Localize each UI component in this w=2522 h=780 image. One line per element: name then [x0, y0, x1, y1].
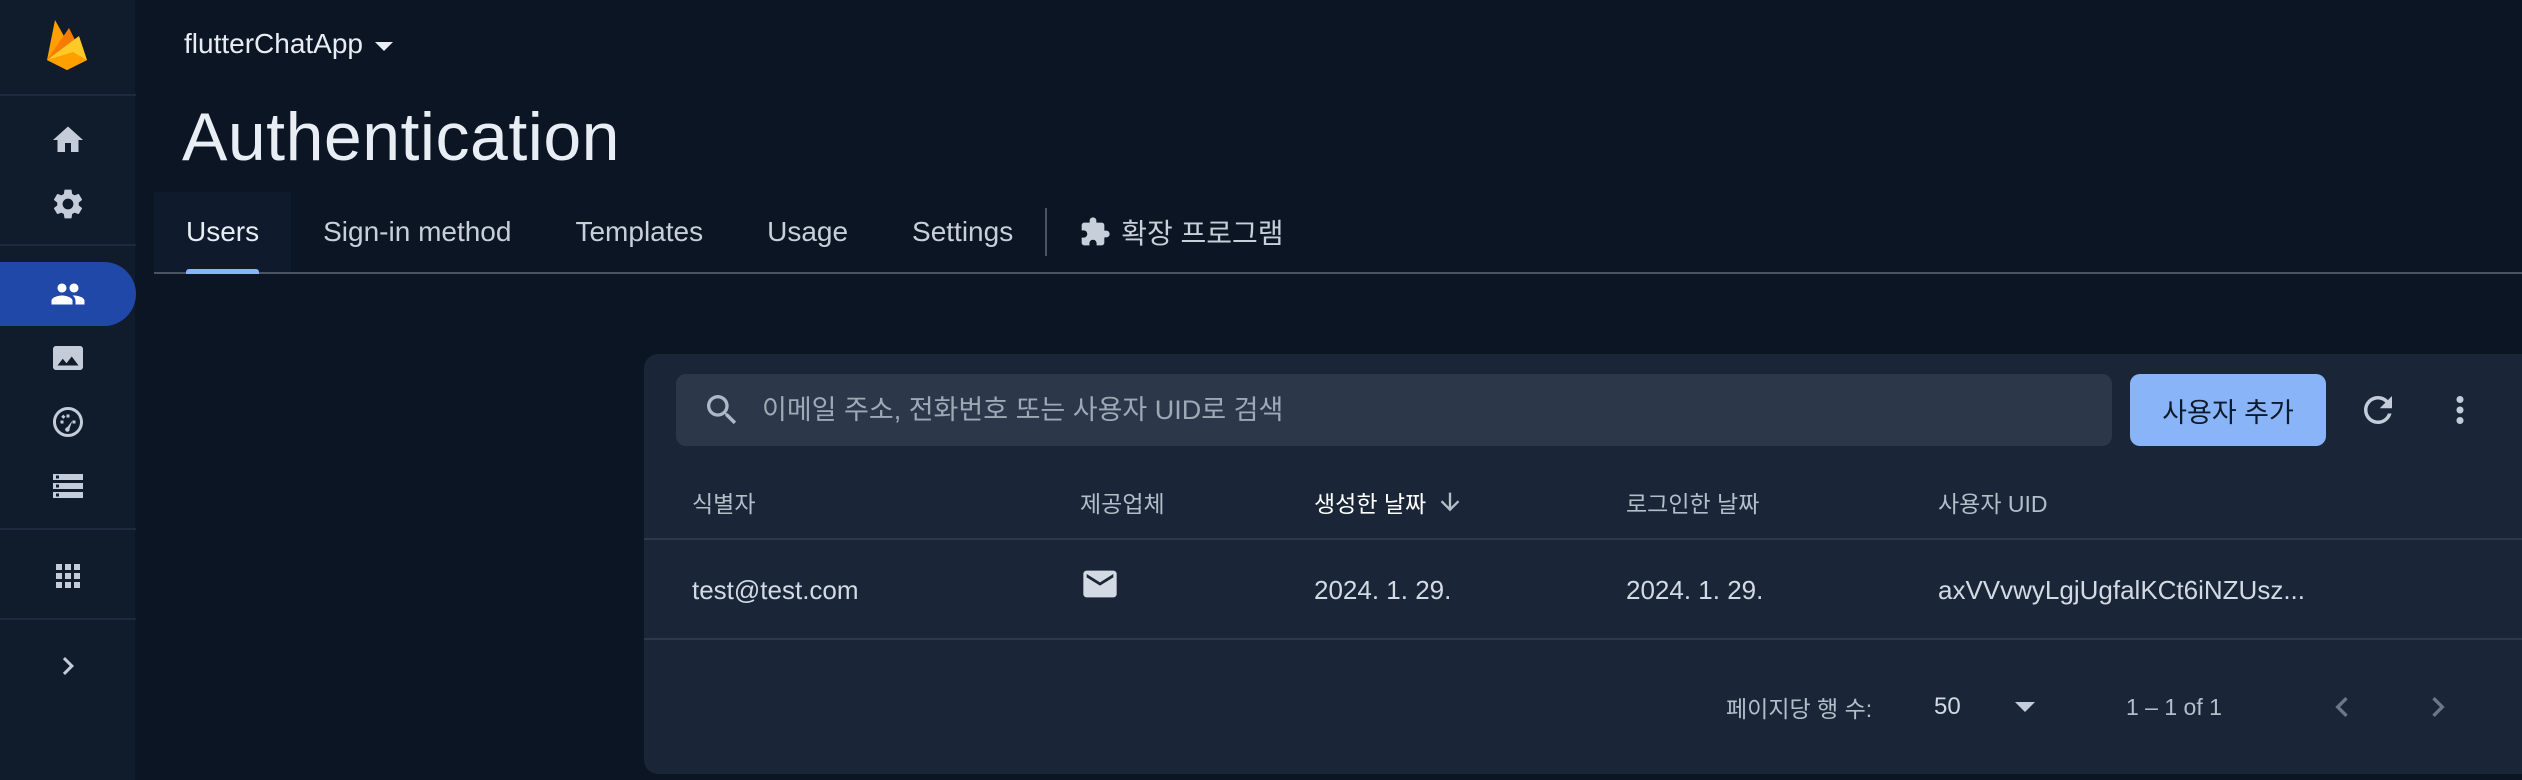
chevron-right-icon [62, 657, 74, 675]
column-header-created-label: 생성한 날짜 [1314, 491, 1427, 517]
chevron-right-icon [2432, 697, 2445, 717]
add-user-button[interactable]: 사용자 추가 [2130, 374, 2326, 446]
rail-divider [0, 528, 136, 530]
refresh-button[interactable] [2350, 382, 2406, 438]
arrow-down-icon [1440, 492, 1460, 512]
rail-home-button[interactable] [36, 116, 100, 164]
column-header-identifier[interactable]: 식별자 [692, 464, 755, 540]
gear-icon [53, 189, 83, 219]
rail-divider [0, 618, 136, 620]
chevron-left-icon [2335, 697, 2348, 717]
tab-extensions-label: 확장 프로그램 [1121, 218, 1284, 249]
rows-per-page-value: 50 [1934, 693, 1961, 720]
users-card: 사용자 추가 식별자 제공업체 생성한 날짜 로그인한 날짜 사용자 UID t… [644, 354, 2522, 774]
search-icon [707, 395, 737, 425]
tab-extensions[interactable]: 확장 프로그램 [1047, 192, 1315, 272]
tab-settings[interactable]: Settings [880, 192, 1045, 272]
more-vert-icon [2456, 396, 2464, 424]
caret-down-icon [2014, 702, 2035, 712]
column-header-uid[interactable]: 사용자 UID [1938, 464, 2047, 540]
home-icon [53, 126, 83, 152]
project-name: flutterChatApp [184, 28, 363, 59]
speedometer-icon [53, 407, 83, 437]
cell-created: 2024. 1. 29. [1314, 574, 1452, 605]
refresh-icon [2364, 396, 2392, 424]
cell-signed-in: 2024. 1. 29. [1626, 574, 1764, 605]
column-header-signed-in[interactable]: 로그인한 날짜 [1626, 464, 1759, 540]
extension-puzzle-icon [1081, 217, 1110, 246]
search-input[interactable] [762, 394, 2062, 426]
tab-users[interactable]: Users [154, 192, 292, 274]
rail-divider [0, 94, 136, 96]
email-icon [1083, 570, 1117, 598]
rail-authentication-button[interactable] [0, 262, 136, 326]
firebase-logo-icon[interactable] [43, 16, 91, 72]
tab-templates[interactable]: Templates [543, 192, 735, 272]
rail-performance-button[interactable] [36, 398, 100, 446]
image-icon [53, 346, 83, 370]
tab-sign-in-method[interactable]: Sign-in method [291, 192, 543, 272]
column-header-created[interactable]: 생성한 날짜 [1314, 464, 1464, 540]
page-title: Authentication [182, 99, 620, 175]
storage-icon [53, 474, 83, 498]
left-nav-rail [0, 0, 136, 780]
cell-identifier: test@test.com [692, 574, 859, 605]
rail-settings-button[interactable] [36, 180, 100, 228]
rail-divider [0, 244, 136, 246]
caret-down-icon [375, 41, 393, 51]
rows-per-page-select[interactable]: 50 [1934, 640, 2035, 774]
column-header-provider[interactable]: 제공업체 [1080, 464, 1165, 540]
next-page-button[interactable] [2418, 640, 2458, 774]
rail-expand-button[interactable] [36, 642, 100, 690]
more-options-button[interactable] [2432, 382, 2488, 438]
pagination: 페이지당 행 수: 50 1 – 1 of 1 [644, 640, 2522, 774]
table-row[interactable]: test@test.com 2024. 1. 29. 2024. 1. 29. … [644, 540, 2522, 640]
tab-usage[interactable]: Usage [735, 192, 880, 272]
cell-provider [1080, 540, 1120, 640]
project-selector[interactable]: flutterChatApp [184, 28, 393, 60]
apps-grid-icon [56, 564, 80, 588]
cell-uid: axVVvwyLgjUgfalKCt6iNZUsz... [1938, 574, 2305, 605]
rows-per-page-label: 페이지당 행 수: [1726, 696, 1873, 722]
tab-bar: Users Sign-in method Templates Usage Set… [154, 192, 2522, 274]
rail-storage-button[interactable] [36, 334, 100, 382]
people-icon [51, 283, 85, 305]
table-header: 식별자 제공업체 생성한 날짜 로그인한 날짜 사용자 UID [644, 464, 2522, 540]
previous-page-button[interactable] [2322, 640, 2362, 774]
page-range: 1 – 1 of 1 [2126, 693, 2222, 720]
search-bar[interactable] [676, 374, 2112, 446]
rail-database-button[interactable] [36, 462, 100, 510]
rail-all-products-button[interactable] [36, 552, 100, 600]
